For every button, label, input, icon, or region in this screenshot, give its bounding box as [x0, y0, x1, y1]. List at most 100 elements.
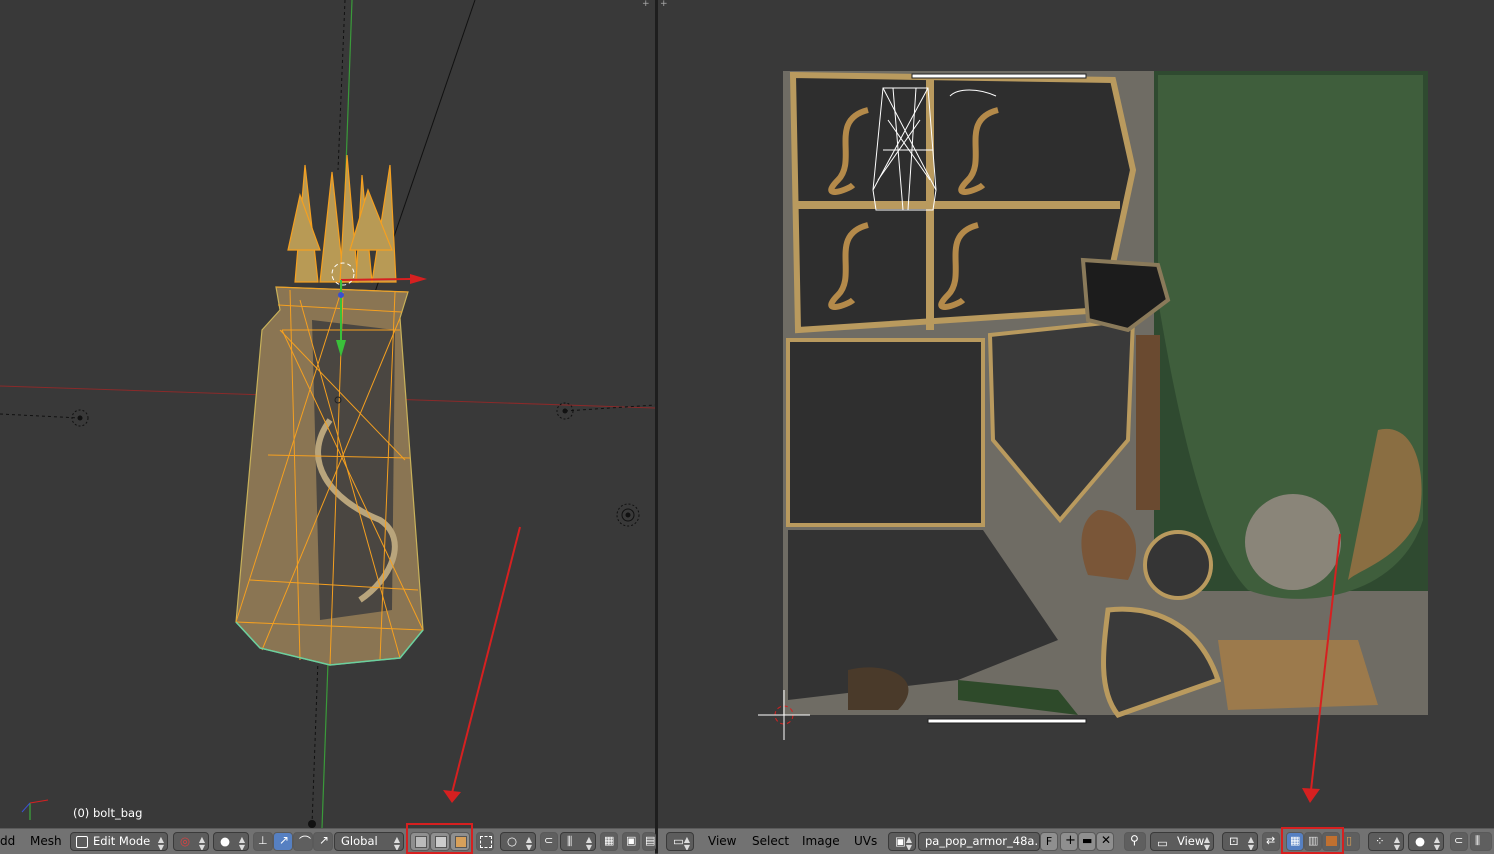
highlight-box — [1281, 827, 1344, 854]
image-editor-icon: ▭ — [673, 834, 684, 848]
mode-dropdown[interactable]: Edit Mode ▲ ▼ — [70, 832, 168, 851]
uv-canvas[interactable] — [658, 0, 1494, 828]
sync-selection-button[interactable]: ⇄ — [1262, 832, 1280, 851]
scale-manipulator-button[interactable]: ↗ — [313, 832, 333, 851]
dropdown-arrows-icon: ▲ ▼ — [393, 835, 400, 851]
new-image-button[interactable]: + — [1060, 832, 1078, 851]
add-menu[interactable]: dd — [0, 834, 15, 849]
uv-pivot-dropdown[interactable]: ⊡ ▲ ▼ — [1222, 832, 1258, 851]
active-object-label: (0) bolt_bag — [73, 806, 143, 820]
transform-orientation-dropdown[interactable]: Global ▲ ▼ — [334, 832, 404, 851]
translate-manipulator-button[interactable]: ↗ — [273, 832, 293, 851]
rotate-icon: ⌒ — [299, 835, 312, 849]
close-icon: ✕ — [1101, 833, 1112, 847]
snap-element-icon: ⫼ — [1475, 834, 1481, 847]
mesh-menu[interactable]: Mesh — [30, 834, 62, 849]
dropdown-arrows-icon: ▲ ▼ — [1393, 835, 1400, 851]
rotate-manipulator-button[interactable]: ⌒ — [293, 832, 313, 851]
bolt-bag-mesh[interactable] — [235, 154, 424, 666]
unlink-image-button[interactable]: ✕ — [1096, 832, 1114, 851]
shading-dropdown[interactable]: ● ▲ ▼ — [213, 832, 249, 851]
uvs-menu[interactable]: UVs — [854, 834, 877, 849]
fake-user-button[interactable]: F — [1040, 832, 1058, 851]
snap-element-icon: ⫼ — [567, 834, 573, 848]
lamp-icon[interactable] — [308, 820, 316, 828]
orientation-label: Global — [341, 834, 378, 848]
limit-selection-visible-button[interactable] — [476, 832, 494, 851]
sticky-icon: ⁘ — [1375, 834, 1385, 848]
render-icon: ▣ — [626, 834, 637, 847]
pivot-icon: ◎ — [180, 834, 191, 848]
snap-toggle-button[interactable]: ⊂ — [540, 832, 558, 851]
snap-target-button[interactable]: ▦ — [600, 832, 618, 851]
island-select-icon: ▯ — [1346, 834, 1353, 847]
dropdown-arrows-icon: ▲ ▼ — [238, 835, 245, 851]
dropdown-arrows-icon: ▲ ▼ — [1247, 835, 1254, 851]
select-menu[interactable]: Select — [752, 834, 789, 849]
area-split-corner-icon[interactable]: + — [660, 0, 670, 9]
fake-user-label: F — [1045, 835, 1053, 848]
view-mode-dropdown[interactable]: ▭ View ▲ ▼ — [1150, 832, 1214, 851]
proportional-icon: ● — [1415, 834, 1426, 848]
island-select-mode-button[interactable]: ▯ — [1342, 832, 1360, 851]
folder-icon: ▬ — [1082, 834, 1093, 847]
dropdown-arrows-icon: ▲ ▼ — [525, 835, 532, 851]
dropdown-arrows-icon: ▲ ▼ — [585, 835, 592, 851]
snap-element-dropdown[interactable]: ⫼ ▲ ▼ — [560, 832, 596, 851]
uv-editor-header: ▭ ▲ ▼ View Select Image UVs ▣ ▲ ▼ pa_pop_a… — [658, 827, 1494, 854]
highlight-box — [406, 823, 473, 854]
arrow-icon: ↗ — [279, 833, 290, 847]
open-image-button[interactable]: ▬ — [1078, 832, 1096, 851]
lamp-icon[interactable] — [616, 503, 640, 527]
grid-icon: ▦ — [604, 834, 615, 847]
edit-mode-icon — [76, 836, 88, 848]
proportional-edit-dropdown[interactable]: ○ ▲ ▼ — [500, 832, 536, 851]
sticky-selection-dropdown[interactable]: ⁘ ▲ ▼ — [1368, 832, 1404, 851]
3d-view-header: dd Mesh Edit Mode ▲ ▼ ◎ ▲ ▼ ● ▲ ▼ ⊥ ↗ ⌒ ↗ G… — [0, 823, 656, 854]
3d-viewport[interactable]: (0) bolt_bag + — [0, 0, 655, 828]
dropdown-arrows-icon: ▲ ▼ — [198, 835, 205, 851]
dropdown-arrows-icon: ▲ ▼ — [683, 835, 690, 851]
uv-snap-button[interactable]: ⊂ — [1450, 832, 1468, 851]
view-mode-label: View — [1177, 834, 1205, 848]
dropdown-arrows-icon: ▲ ▼ — [157, 835, 164, 851]
proportional-icon: ○ — [507, 834, 518, 848]
plus-icon: + — [1065, 833, 1076, 848]
dropdown-arrows-icon: ▲ ▼ — [905, 835, 912, 851]
dropdown-arrows-icon: ▲ ▼ — [1203, 835, 1210, 851]
image-icon: ▣ — [895, 834, 906, 848]
render-preview-button[interactable]: ▣ — [622, 832, 640, 851]
uv-proportional-dropdown[interactable]: ● ▲ ▼ — [1408, 832, 1444, 851]
sphere-icon: ● — [220, 834, 231, 848]
pin-image-button[interactable]: ⚲ — [1124, 832, 1146, 851]
image-browse-dropdown[interactable]: ▣ ▲ ▼ — [888, 832, 916, 851]
image-scroll-bar-bottom[interactable] — [927, 718, 1087, 724]
3d-scene[interactable] — [0, 0, 655, 828]
layer-icon: ▤ — [645, 834, 656, 847]
lamp-line-top — [337, 0, 346, 171]
lamp-line-bottom — [311, 659, 319, 826]
pivot-point-dropdown[interactable]: ◎ ▲ ▼ — [173, 832, 209, 851]
image-name-label: pa_pop_armor_48a.... — [925, 834, 1040, 848]
pivot-icon: ⊡ — [1229, 834, 1239, 848]
layers-button[interactable]: ▤ — [642, 832, 656, 851]
mode-label: Edit Mode — [93, 834, 151, 848]
magnet-icon: ⊂ — [544, 834, 554, 847]
view-mode-icon: ▭ — [1157, 836, 1168, 850]
annotation-arrow — [443, 526, 521, 803]
uv-image-editor[interactable]: + — [658, 0, 1494, 828]
image-name-field[interactable]: pa_pop_armor_48a.... — [918, 832, 1040, 851]
scale-icon: ↗ — [319, 833, 330, 847]
editor-type-dropdown[interactable]: ▭ ▲ ▼ — [666, 832, 694, 851]
image-scroll-bar-top[interactable] — [911, 73, 1087, 79]
area-split-corner-icon[interactable]: + — [642, 0, 652, 9]
view-menu[interactable]: View — [708, 834, 736, 849]
pin-icon: ⚲ — [1130, 833, 1139, 847]
image-menu[interactable]: Image — [802, 834, 840, 849]
sync-icon: ⇄ — [1266, 834, 1276, 847]
manipulator-toggle-button[interactable]: ⊥ — [253, 832, 273, 851]
dropdown-arrows-icon: ▲ ▼ — [1433, 835, 1440, 851]
uv-snap-element-button[interactable]: ⫼ — [1470, 832, 1492, 851]
magnet-icon: ⊂ — [1454, 834, 1464, 847]
occlude-icon — [480, 836, 492, 848]
